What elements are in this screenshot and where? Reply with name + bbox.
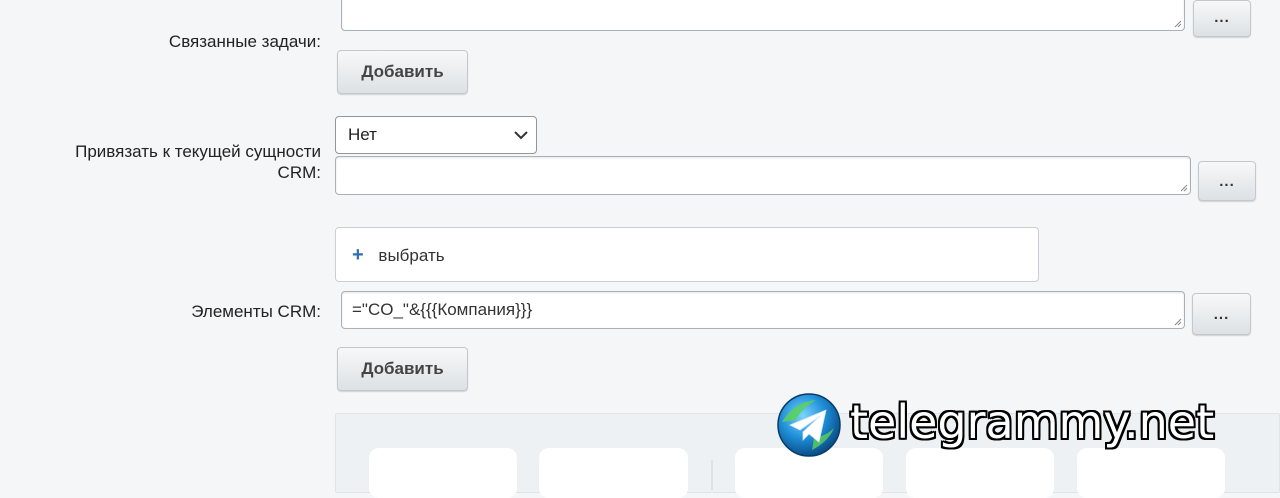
resize-grip-icon[interactable]	[1172, 316, 1182, 326]
crm-elements-more-button[interactable]: ...	[1192, 293, 1251, 335]
card[interactable]	[369, 448, 517, 498]
crm-elements-textarea[interactable]: ="CO_"&{{{Компания}}}	[341, 291, 1185, 329]
chevron-down-icon	[514, 131, 528, 140]
bind-crm-label-line1: Привязать к текущей сущности	[75, 142, 321, 161]
card[interactable]	[1077, 448, 1225, 498]
bind-crm-textarea[interactable]	[335, 156, 1191, 195]
related-tasks-add-button[interactable]: Добавить	[337, 50, 468, 94]
crm-elements-add-button[interactable]: Добавить	[337, 347, 468, 391]
bind-crm-more-button[interactable]: ...	[1198, 161, 1256, 201]
divider	[711, 460, 713, 490]
bind-crm-label-line2: CRM:	[277, 163, 321, 182]
card[interactable]	[539, 448, 688, 498]
bind-crm-select-value: Нет	[348, 125, 377, 144]
telegram-logo-icon	[776, 392, 842, 458]
crm-elements-picker[interactable]: + выбрать	[335, 227, 1039, 282]
plus-icon: +	[352, 244, 364, 266]
watermark-text: telegrammy.net	[850, 395, 1215, 449]
related-tasks-more-button[interactable]: ...	[1193, 0, 1251, 37]
resize-grip-icon[interactable]	[1172, 18, 1182, 28]
picker-label: выбрать	[378, 246, 445, 265]
bind-crm-select[interactable]: Нет	[335, 116, 537, 154]
resize-grip-icon[interactable]	[1178, 182, 1188, 192]
related-tasks-label: Связанные задачи:	[168, 32, 321, 51]
bind-crm-label: Привязать к текущей сущности CRM:	[0, 141, 321, 183]
card[interactable]	[906, 448, 1054, 498]
crm-elements-textarea-value: ="CO_"&{{{Компания}}}	[352, 300, 533, 319]
related-tasks-textarea[interactable]	[341, 0, 1185, 31]
crm-elements-label: Элементы CRM:	[191, 302, 321, 321]
